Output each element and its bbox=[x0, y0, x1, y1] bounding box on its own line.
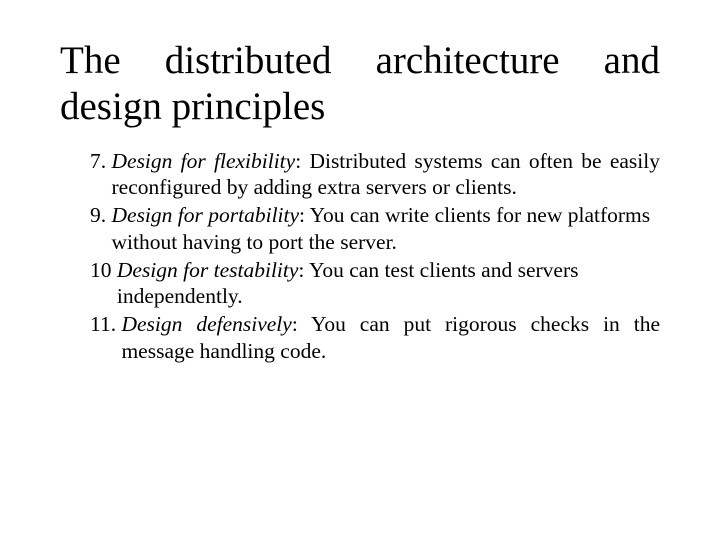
item-label: Design for testability bbox=[117, 258, 299, 282]
item-text: Design for flexibility: Distributed syst… bbox=[112, 148, 661, 200]
item-number: 11. bbox=[90, 311, 121, 363]
principles-list: 7. Design for flexibility: Distributed s… bbox=[90, 148, 660, 364]
item-label: Design defensively bbox=[121, 312, 291, 336]
slide-title: The distributed architecture and design … bbox=[60, 38, 660, 130]
list-item: 7. Design for flexibility: Distributed s… bbox=[90, 148, 660, 200]
list-item: 11. Design defensively: You can put rigo… bbox=[90, 311, 660, 363]
item-text: Design defensively: You can put rigorous… bbox=[121, 311, 660, 363]
item-sep: : bbox=[295, 149, 309, 173]
item-label: Design for flexibility bbox=[112, 149, 296, 173]
item-sep: : bbox=[298, 258, 309, 282]
item-text: Design for testability: You can test cli… bbox=[117, 257, 660, 309]
slide: The distributed architecture and design … bbox=[0, 0, 720, 540]
item-sep: : bbox=[292, 312, 311, 336]
item-label: Design for portability bbox=[112, 203, 300, 227]
item-number: 7. bbox=[90, 148, 112, 200]
list-item: 10 Design for testability: You can test … bbox=[90, 257, 660, 309]
item-sep: : bbox=[299, 203, 310, 227]
item-number: 9. bbox=[90, 202, 112, 254]
item-number: 10 bbox=[90, 257, 117, 309]
item-text: Design for portability: You can write cl… bbox=[112, 202, 661, 254]
list-item: 9. Design for portability: You can write… bbox=[90, 202, 660, 254]
